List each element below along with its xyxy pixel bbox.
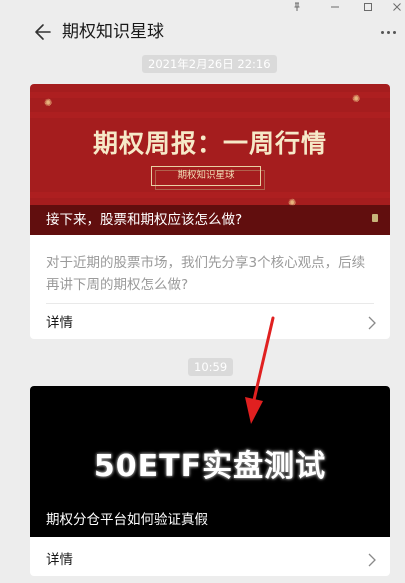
page-title: 期权知识星球 — [62, 22, 164, 42]
chevron-right-icon[interactable] — [366, 552, 378, 567]
close-icon[interactable] — [386, 0, 405, 14]
article-cover-image[interactable]: ✺ ✺ ✺ 期权周报：一周行情 期权知识星球 接下来，股票和期权应该怎么做? — [30, 84, 390, 235]
detail-link[interactable]: 详情 — [46, 550, 73, 570]
article-title: 接下来，股票和期权应该怎么做? — [46, 212, 243, 228]
window-titlebar — [0, 0, 405, 14]
article-summary: 对于近期的股票市场，我们先分享3个核心观点，后续再讲下周的期权怎么做? — [46, 255, 366, 293]
divider — [46, 303, 374, 304]
timestamp: 2021年2月26日 22:16 — [142, 55, 277, 73]
lock-icon — [372, 214, 378, 222]
chevron-right-icon[interactable] — [366, 315, 378, 330]
maximize-icon[interactable] — [357, 0, 379, 14]
article-card[interactable]: ✺ ✺ ✺ 期权周报：一周行情 期权知识星球 接下来，股票和期权应该怎么做? 对… — [30, 84, 390, 339]
cover-headline: 50ETF实盘测试 — [93, 449, 327, 484]
chat-header: 期权知识星球 — [0, 14, 405, 50]
article-cover-image[interactable]: 50ETF实盘测试 期权分仓平台如何验证真假 — [30, 386, 390, 537]
minimize-icon[interactable] — [324, 0, 346, 14]
firework-icon: ✺ — [44, 98, 53, 109]
pin-icon[interactable] — [286, 0, 308, 14]
article-title: 期权分仓平台如何验证真假 — [46, 512, 208, 528]
back-arrow-icon[interactable] — [32, 21, 54, 43]
article-card[interactable]: 50ETF实盘测试 期权分仓平台如何验证真假 详情 — [30, 386, 390, 576]
cover-headline: 期权周报：一周行情 — [92, 129, 327, 158]
cover-badge: 期权知识星球 — [151, 166, 261, 186]
firework-icon: ✺ — [352, 94, 361, 105]
more-dots-icon[interactable] — [381, 26, 403, 38]
timestamp: 10:59 — [188, 358, 234, 376]
detail-link[interactable]: 详情 — [46, 313, 73, 333]
